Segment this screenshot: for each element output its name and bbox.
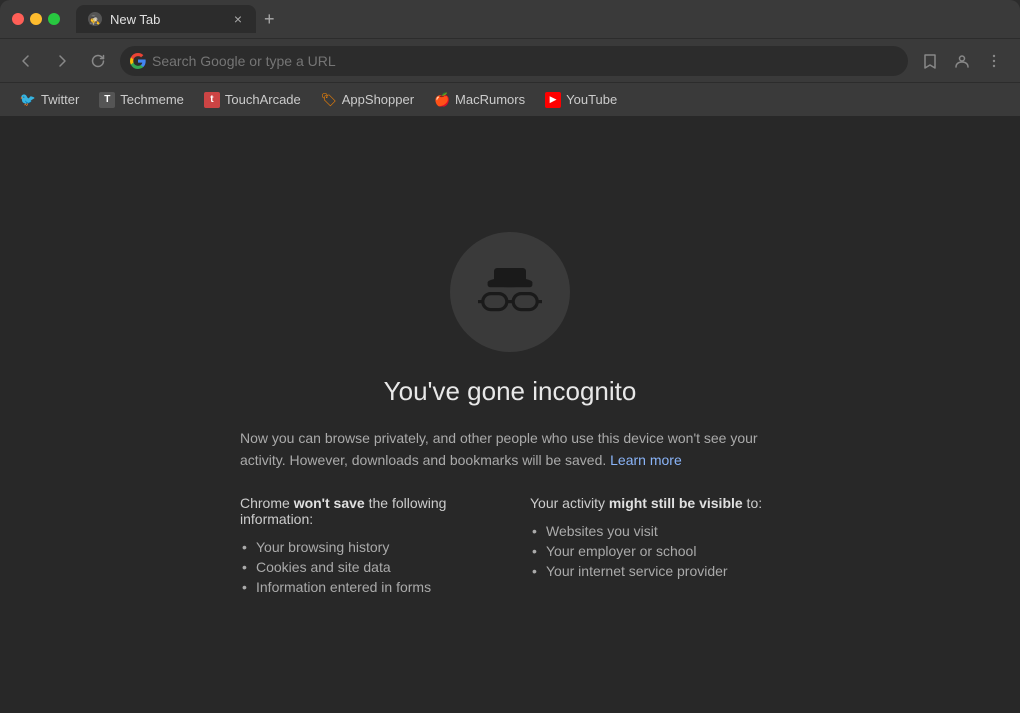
bookmark-appshopper[interactable]: 🏷 AppShopper bbox=[313, 88, 422, 112]
toucharcade-label: TouchArcade bbox=[225, 92, 301, 107]
techmeme-favicon: T bbox=[99, 92, 115, 108]
nav-actions bbox=[916, 49, 1008, 73]
address-bar-wrapper bbox=[120, 46, 908, 76]
new-tab-button[interactable]: + bbox=[256, 9, 283, 30]
list-item: Your internet service provider bbox=[530, 561, 780, 581]
back-button[interactable] bbox=[12, 49, 40, 73]
appshopper-favicon: 🏷 bbox=[321, 92, 337, 108]
toucharcade-favicon: t bbox=[204, 92, 220, 108]
macrumors-favicon: 🍎 bbox=[434, 92, 450, 108]
incognito-description: Now you can browse privately, and other … bbox=[240, 427, 780, 472]
might-be-visible-title: Your activity might still be visible to: bbox=[530, 495, 780, 511]
navbar bbox=[0, 38, 1020, 82]
might-be-visible-column: Your activity might still be visible to:… bbox=[530, 495, 780, 597]
twitter-label: Twitter bbox=[41, 92, 79, 107]
list-item: Your employer or school bbox=[530, 541, 780, 561]
google-icon bbox=[130, 53, 146, 69]
address-input[interactable] bbox=[120, 46, 908, 76]
tab-close-button[interactable]: × bbox=[232, 11, 244, 27]
incognito-icon bbox=[450, 232, 570, 352]
might-be-visible-list: Websites you visit Your employer or scho… bbox=[530, 521, 780, 581]
list-item: Your browsing history bbox=[240, 537, 490, 557]
wont-save-column: Chrome won't save the following informat… bbox=[240, 495, 490, 597]
techmeme-label: Techmeme bbox=[120, 92, 184, 107]
main-content: You've gone incognito Now you can browse… bbox=[0, 116, 1020, 713]
list-item: Information entered in forms bbox=[240, 577, 490, 597]
bookmarks-bar: 🐦 Twitter T Techmeme t TouchArcade 🏷 App… bbox=[0, 82, 1020, 116]
youtube-favicon: ▶ bbox=[545, 92, 561, 108]
learn-more-link[interactable]: Learn more bbox=[610, 452, 682, 468]
forward-button[interactable] bbox=[48, 49, 76, 73]
minimize-button[interactable] bbox=[30, 13, 42, 25]
twitter-favicon: 🐦 bbox=[20, 92, 36, 108]
incognito-svg bbox=[470, 252, 550, 332]
bookmark-youtube[interactable]: ▶ YouTube bbox=[537, 88, 625, 112]
close-button[interactable] bbox=[12, 13, 24, 25]
active-tab[interactable]: 🕵 New Tab × bbox=[76, 5, 256, 33]
macrumors-label: MacRumors bbox=[455, 92, 525, 107]
bookmark-techmeme[interactable]: T Techmeme bbox=[91, 88, 192, 112]
bookmark-button[interactable] bbox=[916, 49, 944, 73]
info-columns: Chrome won't save the following informat… bbox=[240, 495, 780, 597]
tab-title: New Tab bbox=[110, 12, 160, 27]
profile-button[interactable] bbox=[948, 49, 976, 73]
svg-text:🕵: 🕵 bbox=[89, 14, 100, 25]
maximize-button[interactable] bbox=[48, 13, 60, 25]
tab-favicon: 🕵 bbox=[88, 12, 102, 26]
tab-bar: 🕵 New Tab × + bbox=[76, 5, 1008, 33]
list-item: Cookies and site data bbox=[240, 557, 490, 577]
wont-save-title: Chrome won't save the following informat… bbox=[240, 495, 490, 527]
bookmark-twitter[interactable]: 🐦 Twitter bbox=[12, 88, 87, 112]
wont-save-list: Your browsing history Cookies and site d… bbox=[240, 537, 490, 597]
traffic-lights bbox=[12, 13, 60, 25]
bookmark-macrumors[interactable]: 🍎 MacRumors bbox=[426, 88, 533, 112]
youtube-label: YouTube bbox=[566, 92, 617, 107]
list-item: Websites you visit bbox=[530, 521, 780, 541]
titlebar: 🕵 New Tab × + bbox=[0, 0, 1020, 38]
incognito-title: You've gone incognito bbox=[384, 376, 637, 407]
menu-button[interactable] bbox=[980, 49, 1008, 73]
bookmark-toucharcade[interactable]: t TouchArcade bbox=[196, 88, 309, 112]
appshopper-label: AppShopper bbox=[342, 92, 414, 107]
reload-button[interactable] bbox=[84, 49, 112, 73]
